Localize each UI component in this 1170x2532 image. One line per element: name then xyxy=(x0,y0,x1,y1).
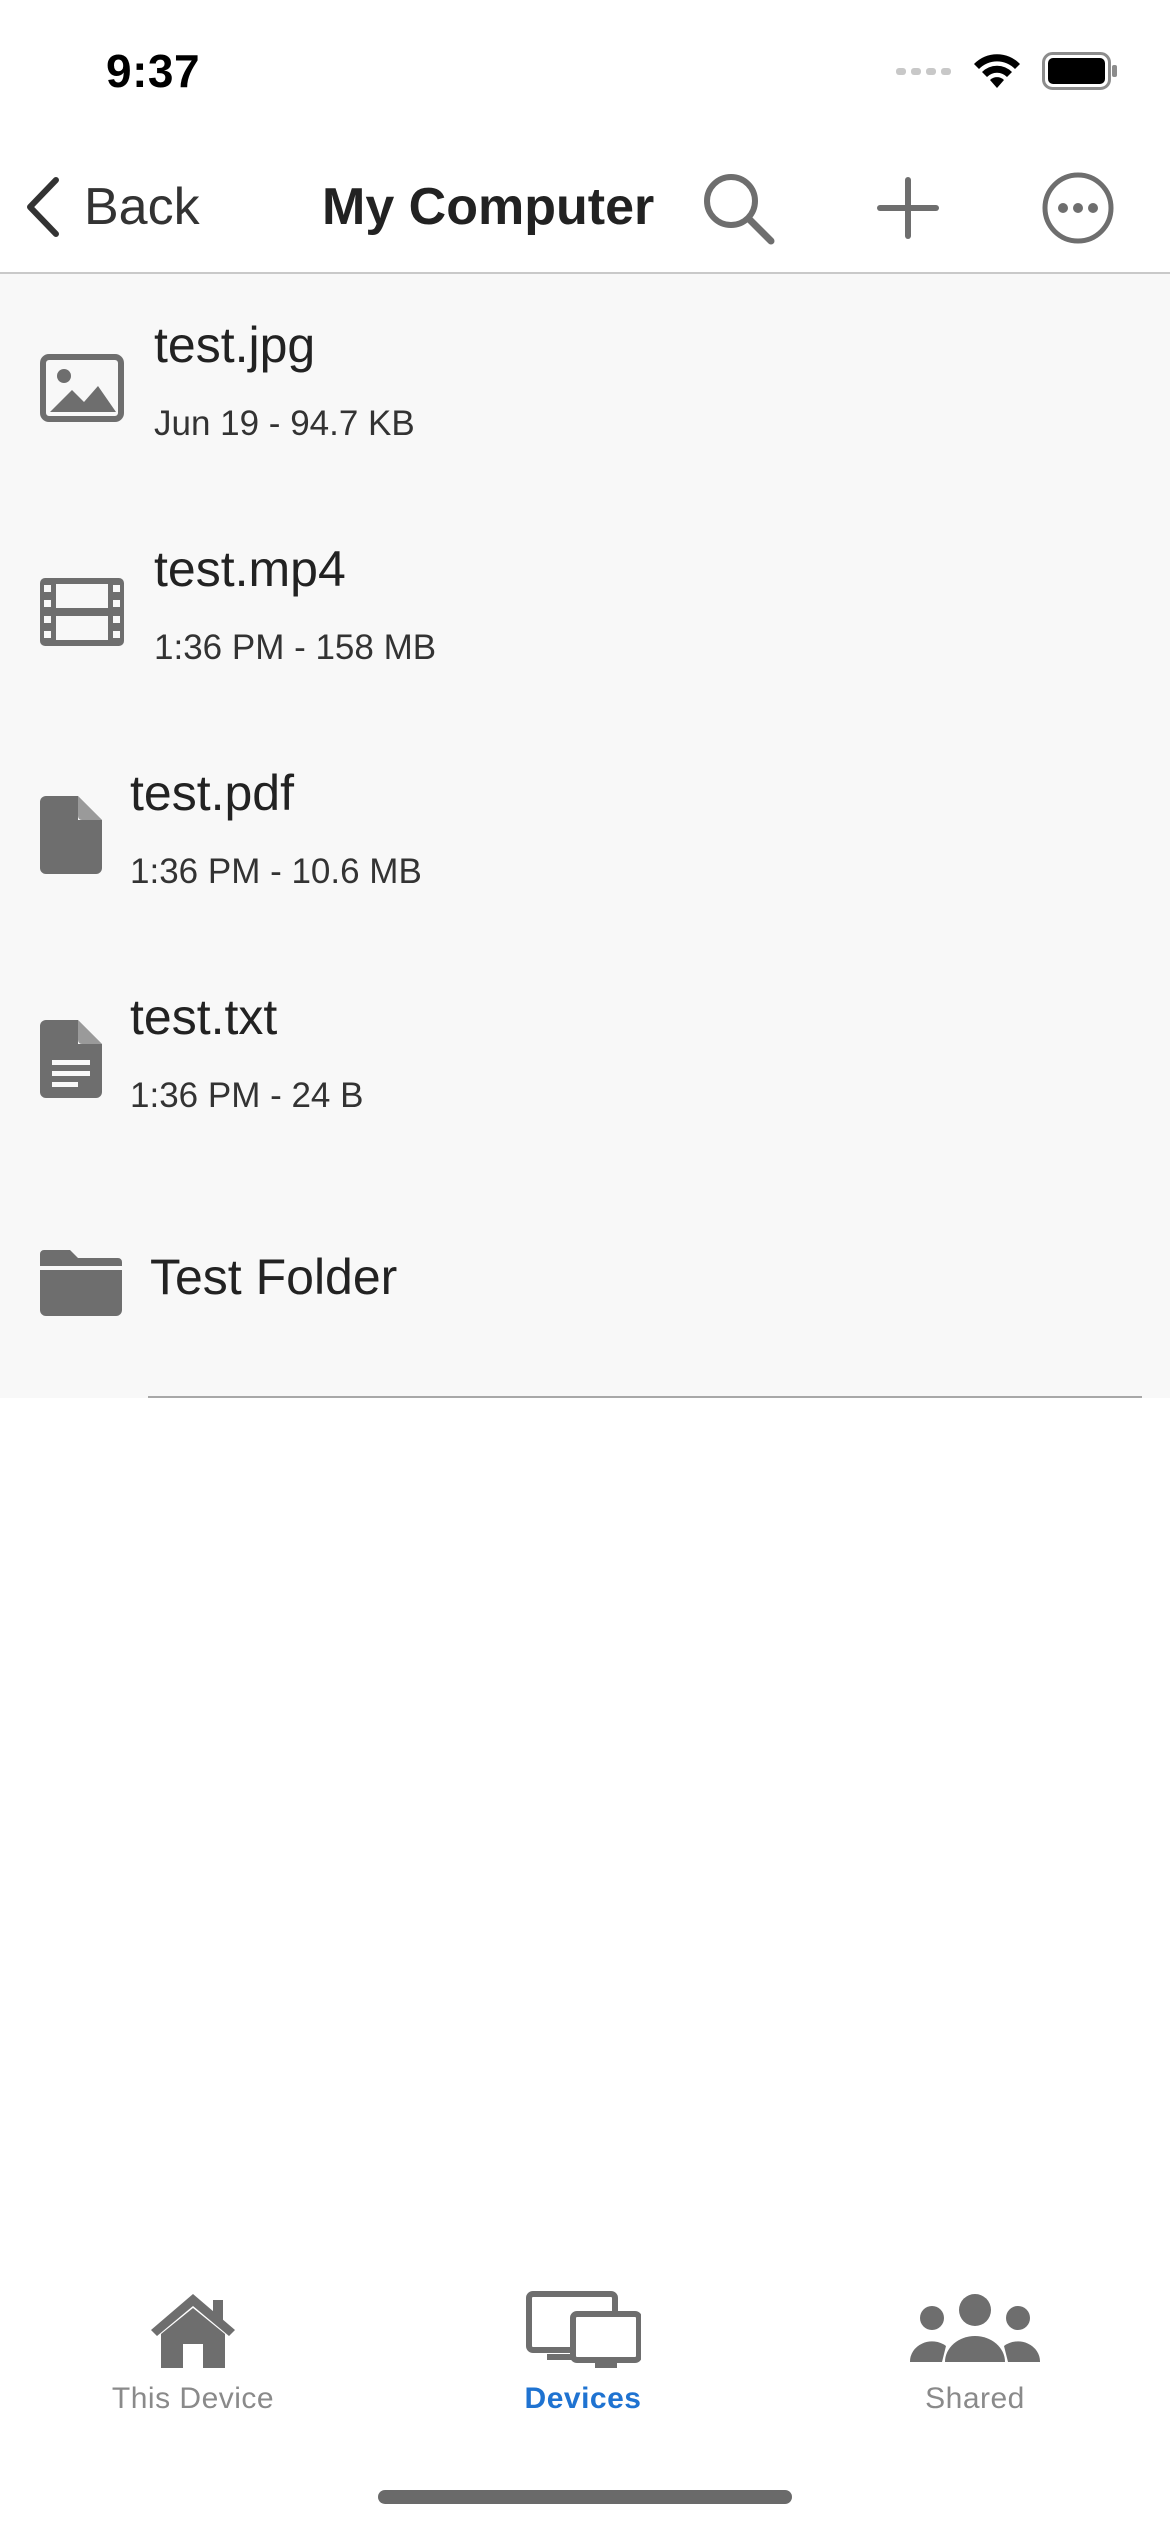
battery-icon xyxy=(1042,52,1117,90)
file-meta: 1:36 PM - 158 MB xyxy=(154,628,437,667)
tab-label: Shared xyxy=(925,2382,1025,2415)
file-meta: Jun 19 - 94.7 KB xyxy=(154,404,415,443)
status-time: 9:37 xyxy=(106,45,201,97)
tab-this-device[interactable]: This Device xyxy=(63,2290,323,2450)
document-icon xyxy=(40,796,102,874)
list-item[interactable]: test.mp4 1:36 PM - 158 MB xyxy=(0,498,1170,722)
tab-bar: This Device Devices Shared xyxy=(0,2290,1170,2450)
tab-label: Devices xyxy=(524,2382,642,2415)
list-item[interactable]: test.txt 1:36 PM - 24 B xyxy=(0,946,1170,1170)
list-item[interactable]: test.jpg Jun 19 - 94.7 KB xyxy=(0,274,1170,498)
folder-name: Test Folder xyxy=(150,1249,398,1305)
more-button[interactable] xyxy=(1036,166,1120,250)
status-indicators xyxy=(896,52,1118,90)
screen: 9:37 Back My Computer test.jpg Jun 19 - … xyxy=(0,0,1170,2532)
file-meta: 1:36 PM - 10.6 MB xyxy=(130,852,422,891)
folder-list-item[interactable]: Test Folder xyxy=(0,1170,1170,1394)
more-circle-icon xyxy=(1042,172,1114,244)
image-icon xyxy=(40,354,124,422)
file-list: test.jpg Jun 19 - 94.7 KB test.mp4 1:36 … xyxy=(0,274,1170,1398)
house-icon xyxy=(151,2294,235,2368)
file-name: test.pdf xyxy=(130,765,294,821)
status-bar: 9:37 xyxy=(0,0,1170,140)
file-name: test.jpg xyxy=(154,317,316,373)
page-title: My Computer xyxy=(322,178,655,236)
text-document-icon xyxy=(40,1020,102,1098)
add-button[interactable] xyxy=(866,166,950,250)
tab-shared[interactable]: Shared xyxy=(845,2290,1105,2450)
list-divider xyxy=(148,1396,1142,1398)
tab-label: This Device xyxy=(111,2382,275,2415)
file-meta: 1:36 PM - 24 B xyxy=(130,1076,364,1115)
search-button[interactable] xyxy=(696,166,780,250)
list-item[interactable]: test.pdf 1:36 PM - 10.6 MB xyxy=(0,722,1170,946)
back-button[interactable]: Back xyxy=(22,170,200,244)
people-icon xyxy=(909,2294,1041,2362)
back-label: Back xyxy=(84,178,200,236)
navigation-bar: Back My Computer xyxy=(0,140,1170,274)
search-icon xyxy=(704,174,775,245)
folder-icon xyxy=(40,1250,122,1316)
devices-icon xyxy=(526,2291,641,2368)
plus-icon xyxy=(877,177,939,239)
file-name: test.txt xyxy=(130,989,278,1045)
chevron-left-icon xyxy=(27,177,59,237)
tab-devices[interactable]: Devices xyxy=(453,2290,713,2450)
home-indicator xyxy=(378,2490,792,2504)
wifi-icon xyxy=(974,54,1020,88)
film-icon xyxy=(40,578,124,646)
file-name: test.mp4 xyxy=(154,541,346,597)
signal-icon xyxy=(896,68,951,75)
